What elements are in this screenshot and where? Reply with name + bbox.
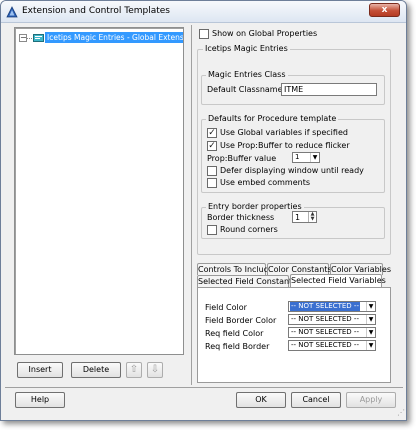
chevron-down-icon: ▼ [310,153,319,162]
tab-selected-field-constants[interactable]: Selected Field Constants [197,275,296,287]
panel-divider [191,25,192,385]
tree-expander-icon[interactable]: − [19,34,27,42]
use-prop-buffer-label: Use Prop:Buffer to reduce flicker [220,141,350,150]
req-field-border-value: -- NOT SELECTED -- [291,341,359,349]
req-field-color-value: -- NOT SELECTED -- [291,328,359,336]
border-thickness-label: Border thickness [207,213,275,222]
close-button[interactable]: x [369,3,400,17]
tree-item-connector [27,38,32,39]
prop-buffer-value: 1 [295,153,300,161]
embed-comments-label: Use embed comments [220,178,310,187]
class-group-title: Magic Entries Class [206,70,288,79]
apply-button[interactable]: Apply [346,392,396,408]
round-corners-checkbox[interactable] [207,225,217,235]
move-up-button[interactable]: ⇧ [126,362,142,378]
insert-button[interactable]: Insert [17,362,63,378]
field-color-select[interactable]: -- NOT SELECTED -- ▼ [288,301,376,312]
close-icon: x [381,5,388,15]
dialog-window: Extension and Control Templates x − Icet… [0,0,407,421]
template-tree[interactable]: − Icetips Magic Entries - Global Extensi… [14,27,184,355]
field-color-value: -- NOT SELECTED -- [290,302,360,311]
window-title: Extension and Control Templates [22,6,170,16]
cancel-button[interactable]: Cancel [291,392,341,408]
chevron-down-icon: ▼ [366,341,375,350]
defer-display-checkbox[interactable] [207,166,217,176]
magic-entries-group-title: Icetips Magic Entries [203,44,290,53]
arrow-down-icon: ⇩ [150,364,160,375]
req-field-border-label: Req field Border [205,342,270,351]
app-icon [6,6,18,18]
tab-selected-field-variables[interactable]: Selected Field Variables [290,274,386,287]
border-thickness-value: 1 [295,213,301,222]
help-button[interactable]: Help [15,392,65,408]
default-classname-label: Default Classname [207,85,283,94]
delete-button[interactable]: Delete [71,362,121,378]
field-border-color-label: Field Border Color [205,316,277,325]
show-global-label: Show on Global Properties [212,29,318,38]
spinner-arrows-icon[interactable]: ▲ ▼ [308,212,316,222]
resize-grip-icon[interactable]: ⋰ [395,409,405,419]
default-classname-input[interactable]: ITME [281,83,377,96]
round-corners-label: Round corners [220,225,278,234]
move-down-button[interactable]: ⇩ [147,362,163,378]
use-global-label: Use Global variables if specified [220,128,348,137]
prop-buffer-select[interactable]: 1 ▼ [292,152,320,163]
field-color-label: Field Color [205,303,247,312]
extension-icon [33,34,44,42]
chevron-down-icon: ▼ [366,328,375,337]
field-border-color-value: -- NOT SELECTED -- [291,315,359,323]
footer-divider [5,387,403,388]
tree-item-label: Icetips Magic Entries - Global Extension [47,33,183,42]
req-field-color-select[interactable]: -- NOT SELECTED -- ▼ [288,327,376,338]
field-border-color-select[interactable]: -- NOT SELECTED -- ▼ [288,314,376,325]
border-group-title: Entry border properties [206,202,304,211]
defaults-group-title: Defaults for Procedure template [206,114,339,123]
req-field-border-select[interactable]: -- NOT SELECTED -- ▼ [288,340,376,351]
embed-comments-checkbox[interactable] [207,178,217,188]
title-bar[interactable]: Extension and Control Templates x [1,1,406,23]
req-field-color-label: Req field Color [205,329,264,338]
use-global-checkbox[interactable]: ✓ [207,128,217,138]
tab-controls-to-include[interactable]: Controls To Include [197,263,274,275]
ok-button[interactable]: OK [236,392,286,408]
defer-display-label: Defer displaying window until ready [220,166,364,175]
chevron-down-icon: ▼ [366,302,375,311]
chevron-down-icon: ▼ [366,315,375,324]
tree-item-selected[interactable]: Icetips Magic Entries - Global Extension [45,32,183,43]
show-global-checkbox[interactable] [199,29,209,39]
border-thickness-spinner[interactable]: 1 ▲ ▼ [292,211,317,223]
use-prop-buffer-checkbox[interactable]: ✓ [207,141,217,151]
arrow-up-icon: ⇧ [129,364,139,375]
prop-buffer-label: Prop:Buffer value [207,154,277,163]
